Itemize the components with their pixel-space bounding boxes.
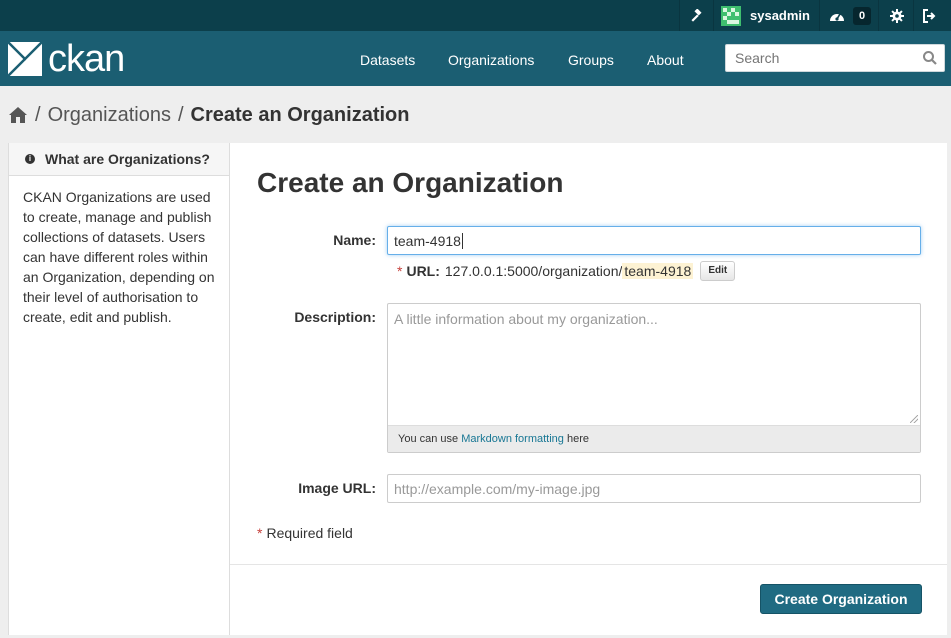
resize-handle-icon[interactable] xyxy=(910,415,918,423)
image-url-placeholder: http://example.com/my-image.jpg xyxy=(394,480,601,497)
text-caret xyxy=(461,232,463,249)
sidebar-description: CKAN Organizations are used to create, m… xyxy=(23,189,215,325)
nav-groups[interactable]: Groups xyxy=(568,31,614,86)
search-box xyxy=(725,44,945,72)
url-slug: team-4918 xyxy=(622,263,694,279)
nav-about[interactable]: About xyxy=(647,31,684,86)
required-star: * xyxy=(397,263,403,279)
breadcrumb-current: Create an Organization xyxy=(190,103,410,126)
description-placeholder: A little information about my organizati… xyxy=(394,311,658,327)
name-field[interactable]: team-4918 xyxy=(387,226,921,255)
description-field[interactable]: A little information about my organizati… xyxy=(387,303,921,453)
search-input[interactable] xyxy=(726,45,906,71)
home-icon[interactable] xyxy=(8,106,28,124)
account-divider xyxy=(878,0,879,31)
dashboard-icon xyxy=(830,13,844,21)
ckan-logo[interactable]: ckan xyxy=(8,38,125,80)
sidebar-heading: i What are Organizations? xyxy=(9,143,229,176)
markdown-hint: You can use Markdown formatting here xyxy=(388,425,920,452)
search-icon[interactable] xyxy=(922,50,938,66)
avatar xyxy=(721,5,741,26)
breadcrumb-separator: / xyxy=(177,103,184,126)
gavel-icon xyxy=(691,8,702,22)
image-url-field[interactable]: http://example.com/my-image.jpg xyxy=(387,474,921,503)
logout-link[interactable] xyxy=(922,0,936,31)
info-icon: i xyxy=(25,154,35,164)
account-divider xyxy=(679,0,680,31)
logo-mark-icon xyxy=(8,42,42,76)
info-sidebar: i What are Organizations? CKAN Organizat… xyxy=(8,143,229,635)
breadcrumb: / Organizations / Create an Organization xyxy=(8,100,409,130)
url-prefix: 127.0.0.1:5000/organization/ xyxy=(444,263,623,279)
markdown-hint-suffix: here xyxy=(563,433,589,445)
markdown-link[interactable]: Markdown formatting xyxy=(461,433,564,445)
username-label: sysadmin xyxy=(750,8,810,23)
url-preview: * URL: 127.0.0.1:5000/organization/ team… xyxy=(397,261,736,281)
create-organization-button[interactable]: Create Organization xyxy=(760,584,922,614)
logo-text: ckan xyxy=(48,38,125,80)
nav-organizations[interactable]: Organizations xyxy=(448,31,534,86)
required-field-text: Required field xyxy=(266,525,353,541)
breadcrumb-separator: / xyxy=(35,103,41,126)
account-divider xyxy=(713,0,714,31)
account-divider xyxy=(819,0,820,31)
breadcrumb-organizations[interactable]: Organizations xyxy=(48,104,171,127)
dashboard-link[interactable]: 0 xyxy=(829,0,871,31)
nav-datasets[interactable]: Datasets xyxy=(360,31,415,86)
account-divider xyxy=(913,0,914,31)
url-label: URL: xyxy=(406,263,440,279)
edit-url-button[interactable]: Edit xyxy=(700,261,736,281)
required-field-note: * Required field xyxy=(257,525,353,541)
markdown-hint-prefix: You can use xyxy=(398,433,462,445)
sysadmin-tools-link[interactable] xyxy=(690,0,704,31)
required-star: * xyxy=(257,525,263,541)
gear-icon xyxy=(890,8,904,23)
sign-out-icon xyxy=(923,8,936,23)
image-url-label: Image URL: xyxy=(298,480,376,496)
sidebar-title: What are Organizations? xyxy=(45,151,210,167)
name-label: Name: xyxy=(333,232,376,248)
name-value: team-4918 xyxy=(394,232,461,249)
user-profile-link[interactable]: sysadmin xyxy=(721,0,810,31)
page-title: Create an Organization xyxy=(257,167,564,198)
description-label: Description: xyxy=(294,309,376,325)
settings-link[interactable] xyxy=(890,0,904,31)
create-organization-form: Create an Organization Name: team-4918 *… xyxy=(229,143,947,635)
masthead: ckan Datasets Organizations Groups About xyxy=(0,31,951,86)
account-bar: sysadmin 0 xyxy=(0,0,951,31)
activity-count-badge: 0 xyxy=(853,6,871,25)
